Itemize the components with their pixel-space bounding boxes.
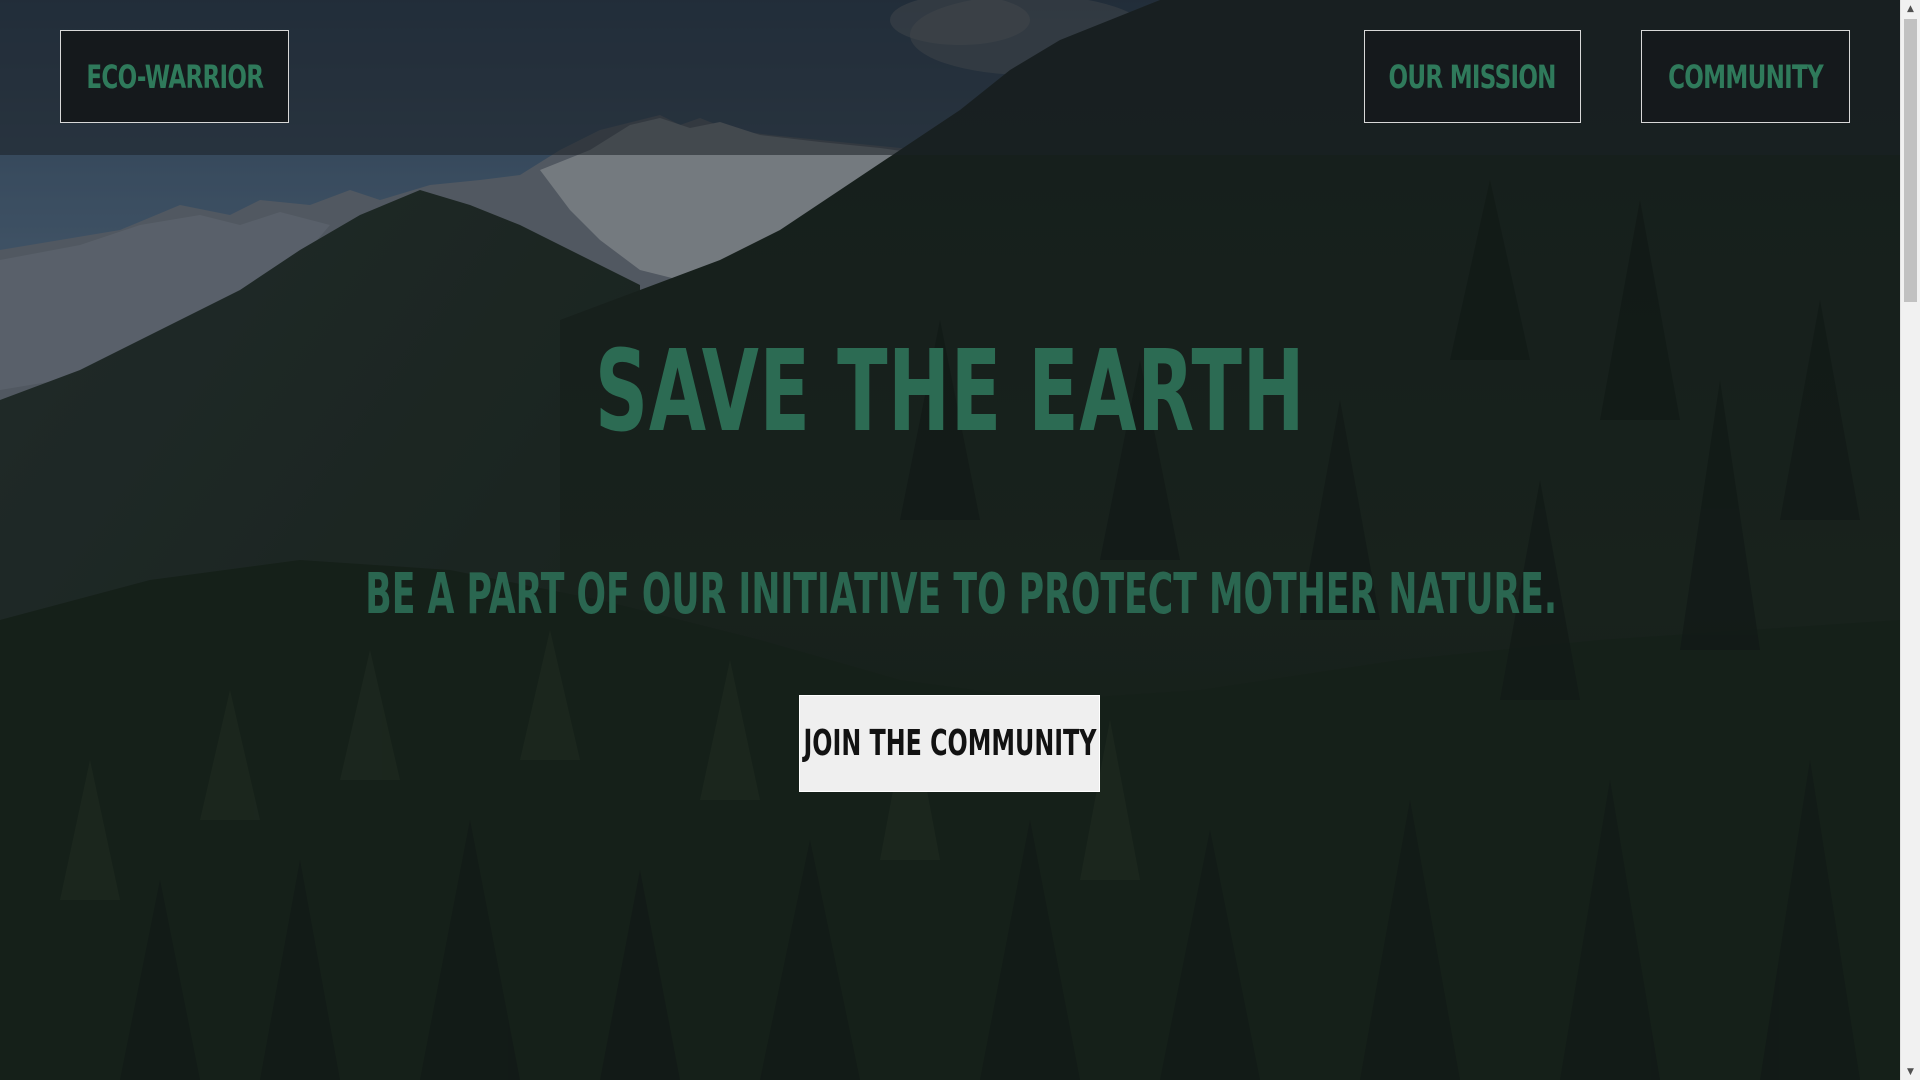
nav-our-mission-label: OUR MISSION — [1388, 57, 1557, 96]
scroll-down-arrow-icon[interactable]: ▼ — [1901, 1063, 1920, 1080]
hero-title-text: SAVE THE EARTH — [594, 327, 1306, 457]
nav-community-button[interactable]: COMMUNITY — [1641, 30, 1850, 123]
hero-title: SAVE THE EARTH — [0, 335, 1900, 450]
scroll-up-arrow-icon[interactable]: ▲ — [1901, 0, 1920, 17]
scrollbar-thumb[interactable] — [1904, 19, 1917, 302]
join-community-label: JOIN THE COMMUNITY — [803, 723, 1097, 764]
top-header-bar: ECO-WARRIOR OUR MISSION COMMUNITY — [0, 0, 1900, 155]
hero-subtitle: BE A PART OF OUR INITIATIVE TO PROTECT M… — [0, 560, 1900, 630]
vertical-scrollbar[interactable]: ▲ ▼ — [1900, 0, 1920, 1080]
hero-subtitle-text: BE A PART OF OUR INITIATIVE TO PROTECT M… — [365, 562, 1558, 627]
nav-our-mission-button[interactable]: OUR MISSION — [1364, 30, 1581, 123]
logo-label: ECO-WARRIOR — [86, 57, 264, 96]
background-dark-overlay — [0, 0, 1900, 1080]
logo-button[interactable]: ECO-WARRIOR — [60, 30, 289, 123]
join-community-button[interactable]: JOIN THE COMMUNITY — [799, 695, 1100, 792]
page: ECO-WARRIOR OUR MISSION COMMUNITY SAVE T… — [0, 0, 1920, 1080]
nav-community-label: COMMUNITY — [1668, 57, 1824, 96]
